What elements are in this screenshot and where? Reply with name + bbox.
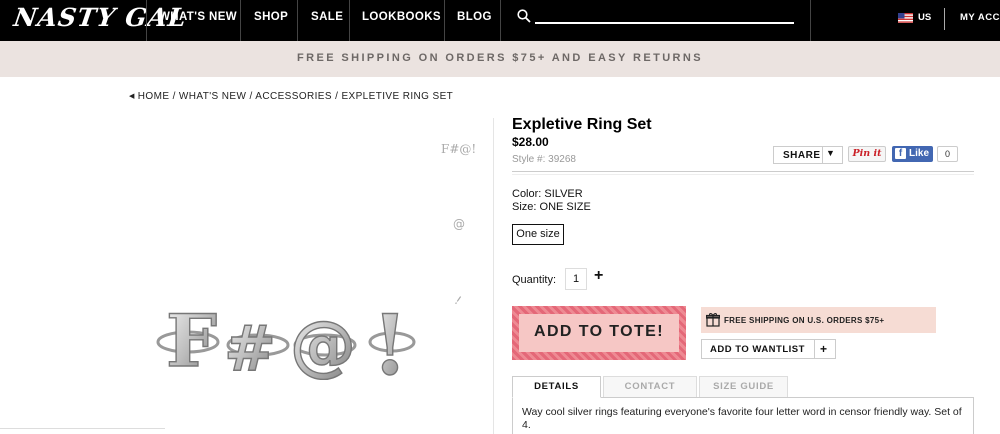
product-main-image[interactable]: F # @ ! — [150, 290, 420, 380]
like-label: Like — [909, 148, 930, 159]
size-option-one-size[interactable]: One size — [512, 224, 564, 245]
top-nav: NASTY GAL WHAT'S NEW SHOP SALE LOOKBOOKS… — [0, 0, 1000, 41]
like-count: 0 — [937, 146, 958, 162]
region-selector[interactable]: US — [918, 12, 931, 23]
nav-divider — [349, 0, 350, 41]
free-shipping-notice: FREE SHIPPING ON U.S. ORDERS $75+ — [701, 307, 936, 333]
tab-details[interactable]: DETAILS — [512, 376, 601, 398]
style-number: Style #: 39268 — [512, 154, 576, 165]
footer-divider — [0, 428, 165, 429]
add-to-tote-button[interactable]: ADD TO TOTE! — [512, 306, 686, 360]
nav-lookbooks[interactable]: LOOKBOOKS — [362, 11, 441, 23]
gift-icon — [706, 313, 720, 327]
nav-divider — [944, 8, 945, 30]
nav-divider — [500, 0, 501, 41]
search-icon[interactable] — [517, 9, 531, 23]
tab-contact[interactable]: CONTACT — [603, 376, 697, 398]
my-account-link[interactable]: MY ACC — [960, 12, 1000, 23]
thumbnail-text: @ — [453, 217, 465, 231]
nav-divider — [444, 0, 445, 41]
nav-divider — [146, 0, 147, 41]
facebook-like-button[interactable]: f Like — [892, 146, 933, 162]
breadcrumb: ◀ HOME / WHAT'S NEW / ACCESSORIES / EXPLE… — [129, 91, 453, 102]
breadcrumb-text[interactable]: HOME / WHAT'S NEW / ACCESSORIES / EXPLET… — [138, 91, 453, 102]
thumbnail-text: ! — [452, 294, 464, 308]
quantity-increment-button[interactable]: + — [594, 267, 603, 285]
add-to-tote-label: ADD TO TOTE! — [534, 323, 664, 340]
product-price: $28.00 — [512, 135, 549, 149]
nav-divider — [297, 0, 298, 41]
caret-down-icon[interactable]: ▼ — [826, 148, 835, 158]
tab-size-guide[interactable]: SIZE GUIDE — [699, 376, 788, 398]
thumbnail-exclamation-ring[interactable]: ! — [452, 294, 468, 310]
ring-exclamation: ! — [372, 298, 408, 380]
share-divider — [822, 147, 823, 163]
ring-f: F — [166, 298, 217, 380]
wantlist-plus-icon: + — [820, 342, 828, 356]
quantity-label: Quantity: — [512, 274, 557, 286]
gallery-divider — [493, 118, 494, 434]
promo-text[interactable]: FREE SHIPPING ON ORDERS $75+ AND EASY RE… — [0, 52, 1000, 64]
thumbnail-full-set[interactable]: F#@! — [441, 142, 481, 156]
thumbnail-text: F#@! — [441, 142, 476, 156]
back-arrow-icon[interactable]: ◀ — [129, 93, 135, 100]
details-divider — [512, 171, 974, 172]
add-to-wantlist-button[interactable]: ADD TO WANTLIST + — [701, 339, 836, 359]
us-flag-icon[interactable] — [898, 13, 913, 23]
share-dropdown[interactable]: SHARE ▼ — [773, 146, 843, 164]
ring-hash: # — [224, 312, 276, 380]
search-input[interactable] — [535, 22, 794, 24]
quantity-input[interactable]: 1 — [565, 268, 587, 290]
wantlist-label: ADD TO WANTLIST — [710, 344, 805, 355]
nav-sale[interactable]: SALE — [311, 11, 343, 23]
ring-at: @ — [290, 307, 356, 380]
add-to-tote-label-box: ADD TO TOTE! — [519, 314, 679, 352]
wantlist-divider — [814, 340, 815, 358]
facebook-icon: f — [895, 148, 906, 159]
share-label: SHARE — [783, 150, 821, 161]
product-title: Expletive Ring Set — [512, 116, 652, 133]
nav-divider — [240, 0, 241, 41]
details-divider-shadow — [512, 174, 974, 175]
size-label: Size: ONE SIZE — [512, 201, 591, 213]
nav-blog[interactable]: BLOG — [457, 11, 492, 23]
free-shipping-text: FREE SHIPPING ON U.S. ORDERS $75+ — [724, 316, 885, 325]
product-description: Way cool silver rings featuring everyone… — [522, 406, 962, 431]
thumbnail-at-ring[interactable]: @ — [452, 216, 468, 232]
nav-shop[interactable]: SHOP — [254, 11, 288, 23]
color-label: Color: SILVER — [512, 188, 583, 200]
promo-banner: FREE SHIPPING ON ORDERS $75+ AND EASY RE… — [0, 41, 1000, 77]
pin-it-button[interactable]: Pin it — [848, 146, 886, 162]
nav-whats-new[interactable]: WHAT'S NEW — [159, 11, 237, 23]
nav-divider — [810, 0, 811, 41]
